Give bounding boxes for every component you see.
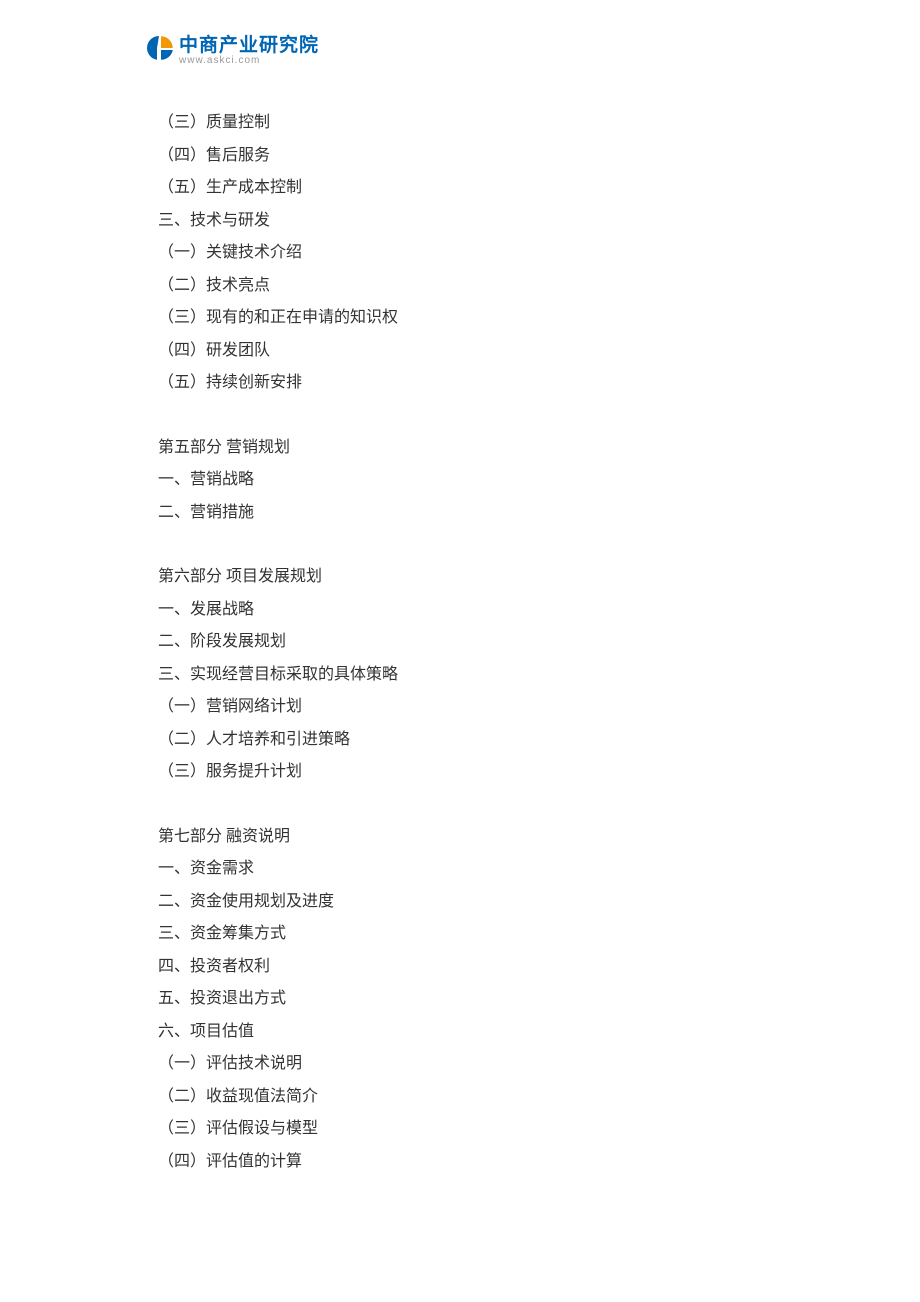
toc-item: （四）研发团队 [158, 343, 778, 359]
toc-item: 三、技术与研发 [158, 213, 778, 229]
toc-item: （一）关键技术介绍 [158, 245, 778, 261]
logo-icon [143, 32, 175, 64]
toc-item: （五）生产成本控制 [158, 180, 778, 196]
logo: 中商产业研究院 www.askci.com [143, 30, 319, 66]
toc-item: 五、投资退出方式 [158, 991, 778, 1007]
toc-item: （二）收益现值法简介 [158, 1089, 778, 1105]
toc-item: （二）技术亮点 [158, 278, 778, 294]
toc-item: （一）营销网络计划 [158, 699, 778, 715]
logo-text: 中商产业研究院 www.askci.com [179, 30, 319, 66]
toc-item: 二、阶段发展规划 [158, 634, 778, 650]
toc-item: 一、营销战略 [158, 472, 778, 488]
toc-item: 三、资金筹集方式 [158, 926, 778, 942]
toc-section-title: 第七部分 融资说明 [158, 829, 778, 845]
toc-item: 一、发展战略 [158, 602, 778, 618]
toc-item: （三）现有的和正在申请的知识权 [158, 310, 778, 326]
toc-item: （二）人才培养和引进策略 [158, 732, 778, 748]
toc-item: 二、资金使用规划及进度 [158, 894, 778, 910]
toc-item: 一、资金需求 [158, 861, 778, 877]
toc-item: （四）售后服务 [158, 148, 778, 164]
toc-item: 四、投资者权利 [158, 959, 778, 975]
toc-item: （三）服务提升计划 [158, 764, 778, 780]
logo-name-cn: 中商产业研究院 [179, 30, 319, 57]
logo-name-en: www.askci.com [179, 55, 319, 66]
toc-item: （三）质量控制 [158, 115, 778, 131]
toc-item: 六、项目估值 [158, 1024, 778, 1040]
toc-item: （三）评估假设与模型 [158, 1121, 778, 1137]
toc-item: （五）持续创新安排 [158, 375, 778, 391]
toc-item: （四）评估值的计算 [158, 1154, 778, 1170]
toc-item: 三、实现经营目标采取的具体策略 [158, 667, 778, 683]
toc-section-title: 第五部分 营销规划 [158, 440, 778, 456]
toc-section-title: 第六部分 项目发展规划 [158, 569, 778, 585]
toc-item: 二、营销措施 [158, 505, 778, 521]
toc-content: （三）质量控制 （四）售后服务 （五）生产成本控制 三、技术与研发 （一）关键技… [158, 115, 778, 1186]
toc-item: （一）评估技术说明 [158, 1056, 778, 1072]
